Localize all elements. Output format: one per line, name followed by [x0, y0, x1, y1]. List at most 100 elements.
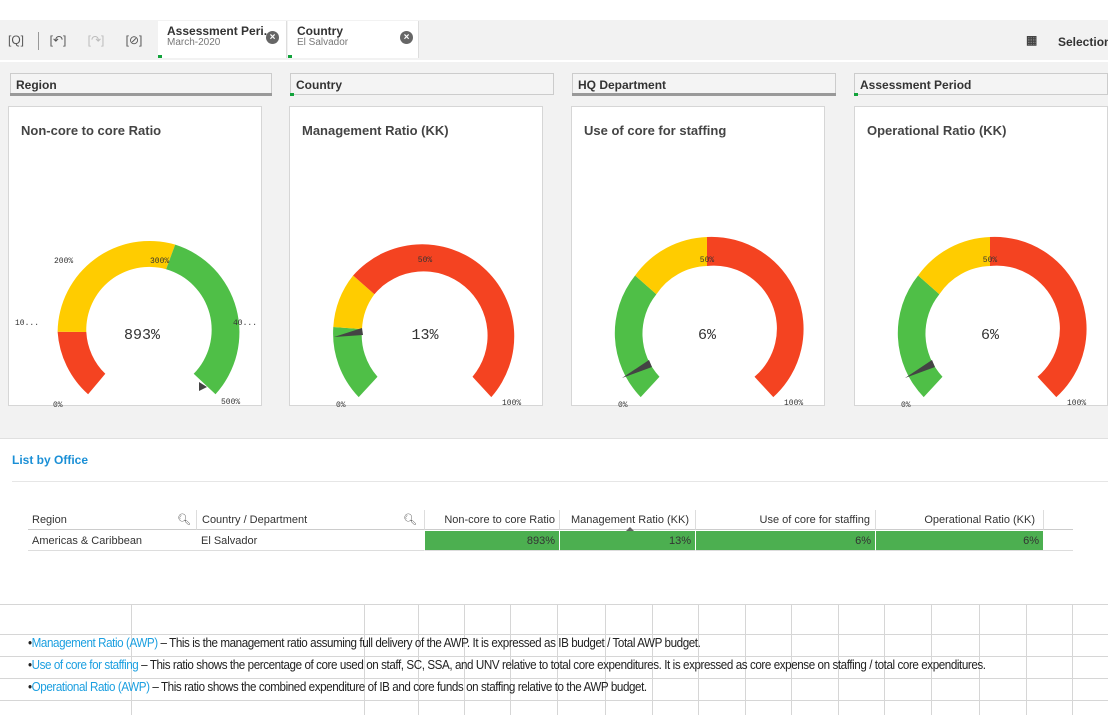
gauge-card-core-staffing[interactable]: Use of core for staffing 50% 0% 100% 6%	[571, 106, 825, 407]
header-label: Non-core to core Ratio	[444, 514, 555, 526]
gauge-segment-red	[353, 244, 515, 398]
column-header-operational-ratio[interactable]: Operational Ratio (KK)	[875, 510, 1043, 530]
gauge-title: Use of core for staffing	[584, 123, 727, 138]
tick-label: 100%	[502, 399, 521, 407]
section-divider	[12, 481, 1108, 482]
gauge-segment-green	[333, 327, 378, 398]
toolbar-divider	[38, 32, 39, 50]
gauge-segment-yellow	[57, 240, 176, 332]
gauge-chart: 50% 0% 100% 6%	[897, 236, 1087, 407]
close-icon[interactable]: ×	[400, 31, 413, 44]
filter-assessment-period[interactable]: Assessment Period	[854, 73, 1108, 96]
chip-title: Assessment Peri...	[167, 24, 274, 38]
note-text: – This ratio shows the combined expendit…	[149, 680, 647, 694]
chip-value: El Salvador	[297, 37, 349, 48]
filter-country[interactable]: Country	[290, 73, 554, 96]
gauge-title: Management Ratio (KK)	[302, 123, 449, 138]
selection-chip-assessment-period[interactable]: Assessment Peri... March-2020 ×	[158, 21, 287, 58]
selections-icon[interactable]: ▦	[1026, 33, 1037, 47]
table-cell-country: El Salvador	[196, 531, 424, 551]
filter-state-bar	[854, 93, 858, 96]
tick-label: 40...	[233, 319, 257, 328]
close-icon[interactable]: ×	[266, 31, 279, 44]
column-header-core-staffing[interactable]: Use of core for staffing	[695, 510, 875, 530]
selection-chip-country[interactable]: Country El Salvador ×	[288, 21, 419, 58]
gauge-segment-red	[57, 331, 106, 395]
tick-label: 500%	[221, 398, 240, 407]
header-label: Use of core for staffing	[759, 514, 870, 526]
tick-label: 0%	[618, 401, 628, 407]
tick-label: 100%	[1067, 399, 1086, 407]
search-icon[interactable]: 🔍︎	[403, 513, 417, 526]
gauge-card-noncore-core[interactable]: Non-core to core Ratio 200% 300% 10... 4…	[8, 106, 262, 407]
gauge-value: 6%	[698, 327, 717, 344]
gauge-segment-red	[707, 236, 804, 398]
column-header-country-department[interactable]: Country / Department	[196, 510, 424, 530]
gauge-title: Operational Ratio (KK)	[867, 123, 1007, 138]
step-forward-icon[interactable]: [↷]	[86, 33, 106, 49]
tick-label: 300%	[150, 257, 169, 266]
header-label: Region	[32, 514, 67, 526]
section-divider	[0, 438, 1108, 439]
toolbar: [Q] [↶] [↷] [⊘] Assessment Peri... March…	[0, 0, 1108, 61]
tick-label: 0%	[336, 401, 346, 407]
note-term: Use of core for staffing	[31, 658, 139, 672]
filter-title: Region	[16, 78, 57, 92]
chip-value: March-2020	[167, 37, 221, 48]
note-text: – This ratio shows the percentage of cor…	[138, 658, 986, 672]
gauge-chart: 50% 0% 100% 13%	[333, 244, 521, 407]
grid-line	[0, 700, 1108, 701]
gauge-chart: 50% 0% 100% 6%	[614, 236, 804, 407]
gauge-chart: 200% 300% 10... 40... 0% 500% 893%	[15, 240, 257, 407]
note-term: Operational Ratio (AWP)	[31, 680, 150, 694]
filter-state-bar	[290, 93, 294, 96]
chip-selection-bar	[288, 55, 292, 58]
tick-label: 0%	[53, 401, 63, 407]
note-management-ratio: •Management Ratio (AWP) – This is the ma…	[28, 636, 701, 650]
grid-line	[0, 656, 1108, 657]
note-operational-ratio: •Operational Ratio (AWP) – This ratio sh…	[28, 680, 647, 694]
note-term: Management Ratio (AWP)	[31, 636, 158, 650]
gauge-value: 6%	[981, 327, 1000, 344]
selections-button[interactable]: Selections	[1058, 35, 1108, 49]
filter-region[interactable]: Region	[10, 73, 272, 96]
filter-title: Assessment Period	[860, 78, 972, 92]
note-text: – This is the management ratio assuming …	[157, 636, 701, 650]
gauge-segment-green	[614, 275, 660, 398]
table-cell-core-staffing: 6%	[695, 531, 875, 551]
note-core-staffing: •Use of core for staffing – This ratio s…	[28, 658, 986, 672]
gauge-value: 13%	[411, 327, 439, 344]
table-cell-management-ratio: 13%	[559, 531, 695, 551]
filter-title: HQ Department	[578, 78, 667, 92]
tick-label: 0%	[901, 401, 911, 407]
filter-state-bar	[10, 93, 272, 96]
gauge-segment-red	[990, 236, 1087, 398]
tick-label: 200%	[54, 257, 73, 266]
gauge-title: Non-core to core Ratio	[21, 123, 162, 138]
tick-label: 10...	[15, 319, 39, 328]
tick-label: 50%	[418, 256, 433, 265]
grid-line	[0, 634, 1108, 635]
filter-hq-department[interactable]: HQ Department	[572, 73, 836, 96]
grid-line	[0, 678, 1108, 679]
step-back-icon[interactable]: [↶]	[48, 33, 68, 49]
smart-search-icon[interactable]: [Q]	[6, 33, 26, 49]
search-icon[interactable]: 🔍︎	[177, 513, 191, 526]
grid-line	[1072, 604, 1073, 715]
chip-selection-bar	[158, 55, 162, 58]
header-label: Operational Ratio (KK)	[924, 514, 1035, 526]
gauge-card-operational-ratio[interactable]: Operational Ratio (KK) 50% 0% 100% 6%	[854, 106, 1108, 407]
tick-label: 100%	[784, 399, 803, 407]
grid-line	[1026, 604, 1027, 715]
table-cell-empty	[1043, 531, 1073, 551]
table-cell-noncore-core: 893%	[424, 531, 559, 551]
tick-label: 50%	[983, 256, 998, 265]
header-label: Management Ratio (KK)	[571, 514, 689, 526]
clear-selections-icon[interactable]: [⊘]	[124, 33, 144, 49]
tick-label: 50%	[700, 256, 715, 265]
filter-state-bar	[572, 93, 836, 96]
gauge-card-management-ratio[interactable]: Management Ratio (KK) 50% 0% 100% 13%	[289, 106, 543, 407]
gauge-segment-green	[166, 244, 240, 395]
column-header-noncore-core[interactable]: Non-core to core Ratio	[424, 510, 559, 530]
column-header-region[interactable]: Region	[28, 510, 196, 530]
